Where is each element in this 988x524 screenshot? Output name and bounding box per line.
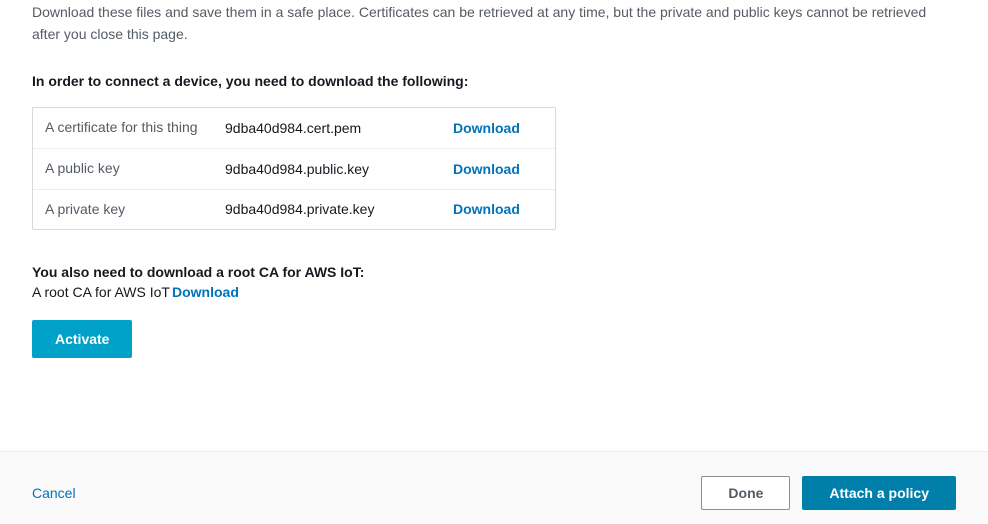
intro-text: Download these files and save them in a … [32,0,956,45]
cancel-link[interactable]: Cancel [32,485,76,501]
download-private-key-link[interactable]: Download [453,201,520,217]
row-label: A private key [45,200,225,220]
row-filename: 9dba40d984.public.key [225,161,453,177]
download-certificate-link[interactable]: Download [453,120,520,136]
rootca-text: A root CA for AWS IoT [32,284,170,300]
footer-bar: Cancel Done Attach a policy [0,451,988,524]
row-filename: 9dba40d984.private.key [225,201,453,217]
download-table: A certificate for this thing 9dba40d984.… [32,107,556,230]
table-row: A public key 9dba40d984.public.key Downl… [33,149,555,190]
table-row: A certificate for this thing 9dba40d984.… [33,108,555,149]
download-heading: In order to connect a device, you need t… [32,73,956,89]
activate-button[interactable]: Activate [32,320,132,358]
download-rootca-link[interactable]: Download [172,284,239,300]
download-public-key-link[interactable]: Download [453,161,520,177]
row-label: A certificate for this thing [45,118,225,138]
rootca-line: A root CA for AWS IoTDownload [32,284,956,300]
rootca-heading: You also need to download a root CA for … [32,264,956,280]
attach-policy-button[interactable]: Attach a policy [802,476,956,510]
table-row: A private key 9dba40d984.private.key Dow… [33,190,555,230]
row-filename: 9dba40d984.cert.pem [225,120,453,136]
done-button[interactable]: Done [701,476,790,510]
row-label: A public key [45,159,225,179]
